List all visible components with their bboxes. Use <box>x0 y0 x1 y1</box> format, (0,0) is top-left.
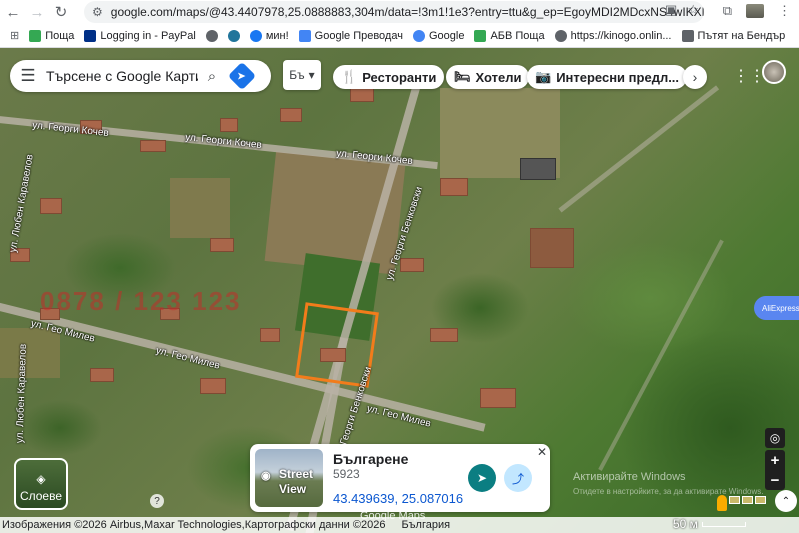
site-info-icon[interactable]: ⚙ <box>92 5 103 19</box>
chip-restaurants[interactable]: 🍴 Ресторанти <box>333 65 445 89</box>
phone-watermark: 0878 / 123 123 <box>40 286 242 316</box>
bookmark-abv[interactable]: АБВ Поща <box>474 29 545 42</box>
search-box: ☰ ⌕ ➤ <box>10 60 271 92</box>
layers-icon: ◈ <box>36 472 46 486</box>
place-title: Българене <box>333 451 409 467</box>
field-area <box>170 178 230 238</box>
restaurant-icon: 🍴 <box>341 69 358 84</box>
chip-attractions[interactable]: 📷 Интересни предл... <box>527 65 688 89</box>
mail-icon <box>29 29 42 42</box>
chevron-down-icon: ▾ <box>308 68 315 82</box>
help-icon[interactable]: ? <box>150 494 164 508</box>
road <box>0 298 486 432</box>
camera-icon: 📷 <box>535 69 552 84</box>
globe-icon <box>554 29 567 42</box>
apps-grid-icon[interactable]: ⊞ <box>10 29 19 42</box>
bookmarks-bar: ⊞ Поща Logging in - PayPal мин! Google П… <box>0 24 799 48</box>
browser-toolbar: ← → ↻ ⚙ google.com/maps/@43.4407978,25.0… <box>0 0 799 24</box>
zoom-out-button[interactable]: − <box>771 472 780 489</box>
back-arrow-icon[interactable]: ← <box>2 1 24 23</box>
place-postcode: 5923 <box>333 467 360 481</box>
country-label: България <box>401 519 451 531</box>
map-footer: Изображения ©2026 Airbus,Maxar Technolog… <box>0 517 799 533</box>
more-menu-icon[interactable]: ⋮ <box>778 3 791 19</box>
field-area <box>0 328 60 378</box>
bookmark-wordpress[interactable] <box>227 29 240 42</box>
share-icon: ⤴ <box>511 471 524 486</box>
url-text: google.com/maps/@43.4407978,25.0888883,3… <box>110 5 704 19</box>
profile-icon[interactable] <box>746 4 764 18</box>
scale-indicator[interactable]: 50 м <box>673 517 746 531</box>
chevron-right-icon[interactable]: › <box>683 65 707 89</box>
road <box>598 239 724 471</box>
activate-windows-title: Активирайте Windows <box>573 471 686 483</box>
share-button[interactable]: ⤴ <box>504 464 532 492</box>
forward-arrow-icon[interactable]: → <box>26 1 48 23</box>
paypal-icon <box>84 29 97 42</box>
bookmark-star-icon[interactable]: ☆ <box>687 2 699 18</box>
street-label: ул. Георги Кочев <box>184 132 263 151</box>
imagery-thumbnails[interactable] <box>729 496 766 504</box>
road <box>558 85 720 213</box>
street-label: ул. Любен Каравелов <box>14 343 29 444</box>
bookmark-bender[interactable]: Пътят на Бендър <box>681 29 785 42</box>
bookmark-icon <box>681 29 694 42</box>
abv-icon <box>474 29 487 42</box>
layers-button[interactable]: ◈ Слоеве <box>14 458 68 510</box>
pegman-icon[interactable] <box>717 495 727 511</box>
bookmark-facebook[interactable]: мин! <box>249 29 289 42</box>
street-view-icon: ◉ <box>261 470 271 482</box>
translate-icon <box>298 29 311 42</box>
extensions-icon[interactable]: ⧉ <box>723 3 732 19</box>
bookmark-kinogo[interactable]: https://kinogo.onlin... <box>554 29 672 42</box>
cast-icon[interactable]: ▣ <box>665 2 677 18</box>
facebook-icon <box>249 29 262 42</box>
search-input[interactable] <box>46 68 198 84</box>
bookmark-translate[interactable]: Google Преводач <box>298 29 403 42</box>
hotel-icon: 🛏 <box>454 69 471 84</box>
bookmark-poshta[interactable]: Поща <box>29 29 74 42</box>
zoom-control: + − <box>765 450 785 490</box>
search-icon[interactable]: ⌕ <box>198 68 226 85</box>
my-location-icon[interactable]: ◎ <box>765 428 785 448</box>
bookmark-paypal[interactable]: Logging in - PayPal <box>84 29 196 42</box>
expand-icon[interactable]: ⌃ <box>775 490 797 512</box>
place-card: ◉ Street View Българене 5923 43.439639, … <box>250 444 550 512</box>
street-view-thumbnail[interactable]: ◉ Street View <box>255 449 323 507</box>
street-label: ул. Любен Каравелов <box>7 153 36 254</box>
activate-windows-subtitle: Отидете в настройките, за да активирате … <box>573 487 764 496</box>
address-bar[interactable]: ⚙ google.com/maps/@43.4407978,25.0888883… <box>84 1 704 23</box>
bookmark-nav[interactable] <box>205 29 218 42</box>
reload-icon[interactable]: ↻ <box>50 1 72 23</box>
aliexpress-badge[interactable]: AliExpress <box>754 296 799 320</box>
nav-icon <box>205 29 218 42</box>
avatar[interactable] <box>762 60 786 84</box>
google-icon <box>412 29 425 42</box>
hamburger-menu-icon[interactable]: ☰ <box>10 66 46 86</box>
language-button[interactable]: Бъ ▾ <box>283 60 321 90</box>
directions-icon: ➤ <box>476 471 488 485</box>
zoom-in-button[interactable]: + <box>771 452 780 469</box>
wordpress-icon <box>227 29 240 42</box>
directions-button[interactable]: ➤ <box>468 464 496 492</box>
place-coordinates[interactable]: 43.439639, 25.087016 <box>333 491 463 506</box>
close-icon[interactable]: ✕ <box>537 445 547 459</box>
scale-bar <box>701 521 746 527</box>
chip-hotels[interactable]: 🛏 Хотели <box>446 65 530 89</box>
bookmark-google[interactable]: Google <box>412 29 464 42</box>
attribution-text: Изображения ©2026 Airbus,Maxar Technolog… <box>2 519 386 531</box>
directions-icon[interactable]: ➤ <box>227 61 257 91</box>
